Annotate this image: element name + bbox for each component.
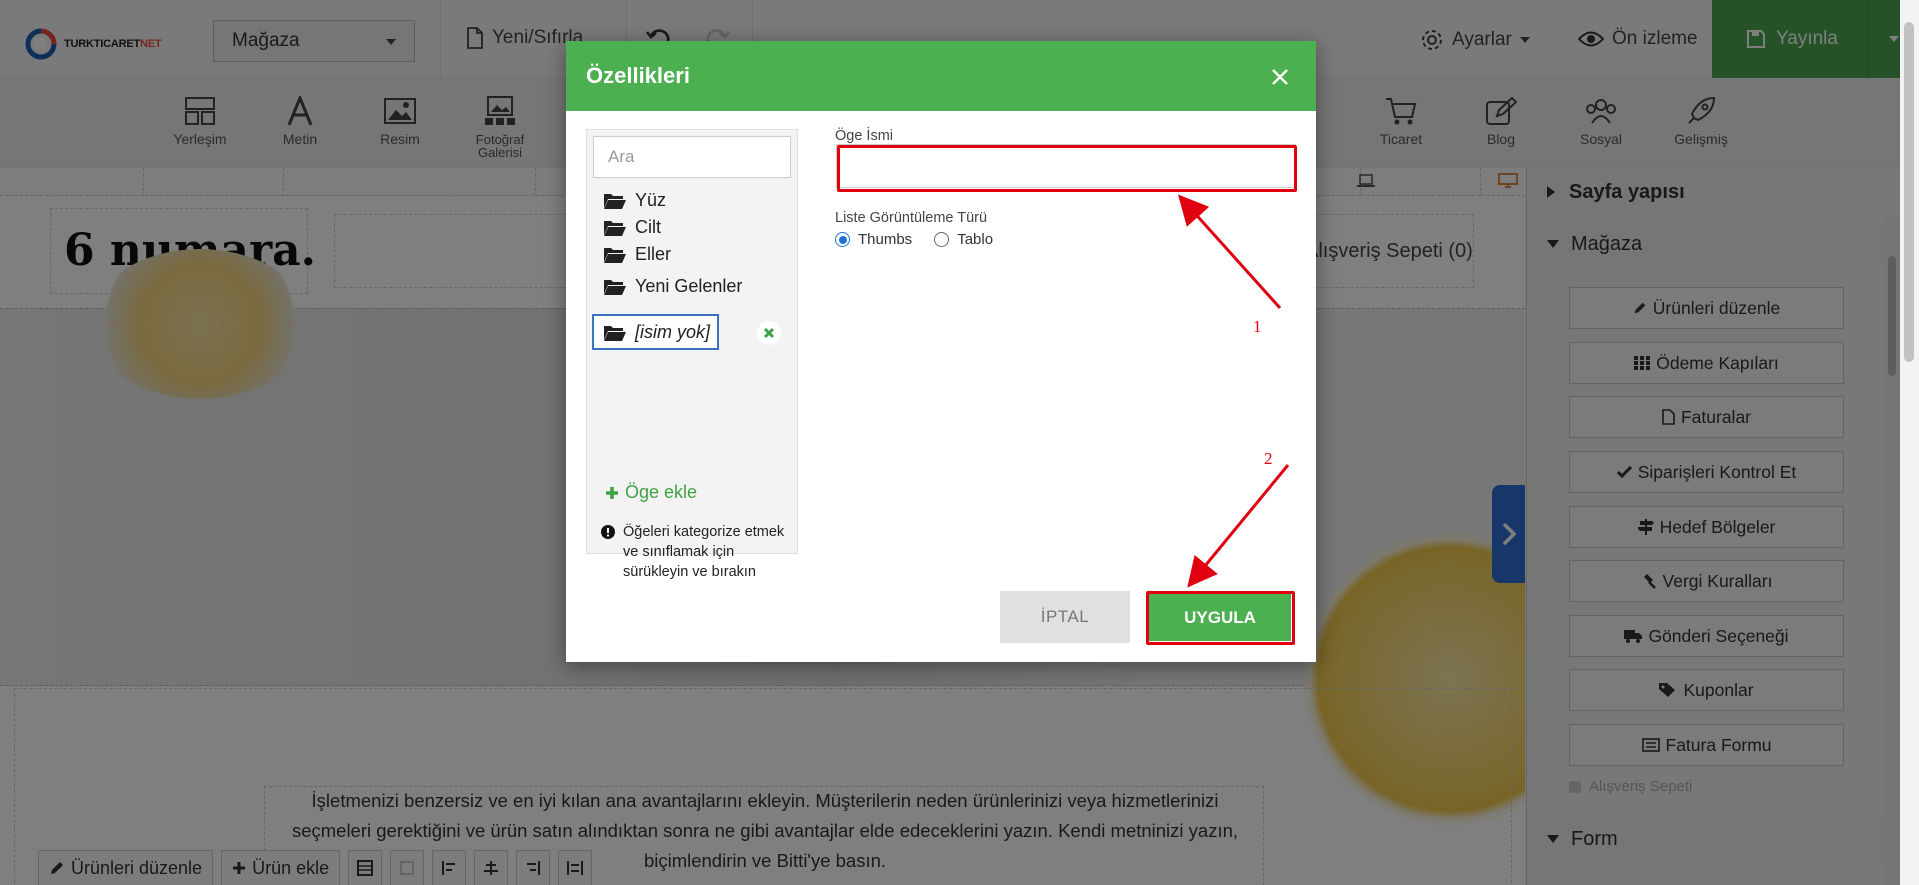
folder-open-icon [604, 220, 626, 236]
highlight-apply-button [1146, 591, 1295, 645]
plus-icon [606, 486, 618, 499]
radio-thumbs[interactable] [835, 232, 850, 247]
folder-label: Yüz [635, 190, 667, 210]
remove-item-icon[interactable] [757, 321, 781, 345]
folder-open-icon [604, 279, 626, 295]
add-item-label: Öge ekle [625, 482, 698, 502]
exclamation-circle-icon [601, 525, 615, 539]
dialog-header: Özellikleri [566, 41, 1316, 111]
properties-dialog: Özellikleri Yüz Cilt Eller Yeni Gelenler… [566, 41, 1316, 662]
item-name-label: Öge İsmi [835, 128, 894, 144]
folder-item[interactable]: Eller [603, 244, 671, 265]
folder-item[interactable]: Cilt [603, 217, 661, 238]
drag-hint: Öğeleri kategorize etmek ve sınıflamak i… [601, 522, 791, 582]
search-input[interactable] [593, 136, 791, 178]
radio-table[interactable] [934, 232, 950, 247]
list-view-type-options: Thumbs Tablo [835, 231, 993, 248]
category-list-panel: Yüz Cilt Eller Yeni Gelenler [isim yok] … [586, 129, 798, 580]
folder-open-icon [604, 193, 626, 209]
radio-thumbs-label[interactable]: Thumbs [858, 231, 912, 248]
folder-item[interactable]: Yüz [603, 190, 666, 211]
hint-text: Öğeleri kategorize etmek ve sınıflamak i… [623, 524, 785, 580]
cancel-button[interactable]: İPTAL [1000, 591, 1130, 643]
add-item-button[interactable]: Öge ekle [605, 482, 697, 503]
radio-table-label[interactable]: Tablo [957, 231, 993, 248]
list-view-type-label: Liste Görüntüleme Türü [835, 210, 988, 226]
folder-open-icon [604, 247, 626, 263]
dialog-title: Özellikleri [586, 63, 690, 88]
selected-folder-label: [isim yok] [635, 322, 711, 342]
close-icon[interactable] [1266, 63, 1294, 91]
folder-item[interactable]: Yeni Gelenler [603, 276, 742, 297]
scrollbar-thumb[interactable] [1904, 22, 1914, 362]
page-scrollbar[interactable] [1900, 0, 1919, 885]
folder-label: Yeni Gelenler [635, 276, 743, 296]
selected-folder-content[interactable]: [isim yok] [603, 322, 710, 343]
folder-label: Cilt [635, 217, 661, 237]
folder-open-icon [604, 325, 626, 341]
highlight-name-input [837, 145, 1297, 192]
folder-label: Eller [635, 244, 672, 264]
